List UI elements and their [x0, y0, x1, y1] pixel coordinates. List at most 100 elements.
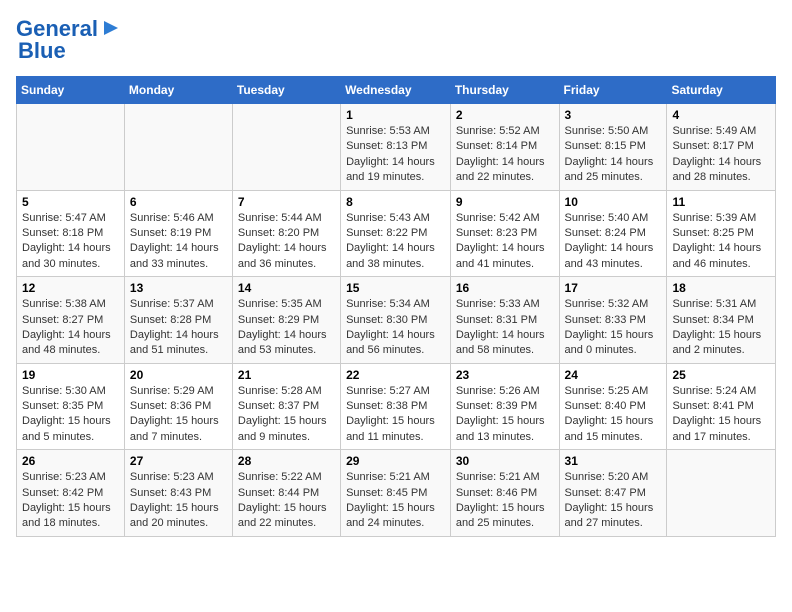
- day-info-16: Sunrise: 5:33 AMSunset: 8:31 PMDaylight:…: [456, 297, 554, 359]
- week-row-5: 26 Sunrise: 5:23 AMSunset: 8:42 PMDayligh…: [17, 450, 776, 537]
- week-row-4: 19 Sunrise: 5:30 AMSunset: 8:35 PMDayligh…: [17, 363, 776, 450]
- day-info-20: Sunrise: 5:29 AMSunset: 8:36 PMDaylight:…: [130, 384, 227, 446]
- day-cell-26: 26 Sunrise: 5:23 AMSunset: 8:42 PMDayligh…: [17, 450, 125, 537]
- day-cell-19: 19 Sunrise: 5:30 AMSunset: 8:35 PMDayligh…: [17, 363, 125, 450]
- day-info-21: Sunrise: 5:28 AMSunset: 8:37 PMDaylight:…: [238, 384, 335, 446]
- day-number-15: 15: [346, 281, 445, 295]
- day-info-14: Sunrise: 5:35 AMSunset: 8:29 PMDaylight:…: [238, 297, 335, 359]
- day-cell-13: 13Sunrise: 5:37 AMSunset: 8:28 PMDayligh…: [124, 277, 232, 364]
- day-number-17: 17: [565, 281, 662, 295]
- day-info-26: Sunrise: 5:23 AMSunset: 8:42 PMDaylight:…: [22, 470, 119, 532]
- day-number-3: 3: [565, 108, 662, 122]
- day-info-19: Sunrise: 5:30 AMSunset: 8:35 PMDaylight:…: [22, 384, 119, 446]
- logo-subtext: Blue: [18, 38, 66, 64]
- day-cell-18: 18 Sunrise: 5:31 AMSunset: 8:34 PMDayligh…: [667, 277, 776, 364]
- day-info-27: Sunrise: 5:23 AMSunset: 8:43 PMDaylight:…: [130, 470, 227, 532]
- day-number-24: 24: [565, 368, 662, 382]
- day-info-23: Sunrise: 5:26 AMSunset: 8:39 PMDaylight:…: [456, 384, 554, 446]
- day-info-18: Sunrise: 5:31 AMSunset: 8:34 PMDaylight:…: [672, 297, 770, 359]
- logo: General Blue: [16, 16, 122, 64]
- day-cell-10: 10 Sunrise: 5:40 AMSunset: 8:24 PMDayligh…: [559, 190, 667, 277]
- day-cell-9: 9 Sunrise: 5:42 AMSunset: 8:23 PMDaylight…: [450, 190, 559, 277]
- day-info-28: Sunrise: 5:22 AMSunset: 8:44 PMDaylight:…: [238, 470, 335, 532]
- day-cell-29: 29Sunrise: 5:21 AMSunset: 8:45 PMDayligh…: [341, 450, 451, 537]
- week-row-2: 5Sunrise: 5:47 AMSunset: 8:18 PMDaylight…: [17, 190, 776, 277]
- day-number-16: 16: [456, 281, 554, 295]
- day-cell-6: 6 Sunrise: 5:46 AMSunset: 8:19 PMDaylight…: [124, 190, 232, 277]
- day-number-25: 25: [672, 368, 770, 382]
- col-header-monday: Monday: [124, 77, 232, 104]
- day-info-6: Sunrise: 5:46 AMSunset: 8:19 PMDaylight:…: [130, 211, 227, 273]
- day-info-30: Sunrise: 5:21 AMSunset: 8:46 PMDaylight:…: [456, 470, 554, 532]
- day-info-11: Sunrise: 5:39 AMSunset: 8:25 PMDaylight:…: [672, 211, 770, 273]
- empty-cell: [667, 450, 776, 537]
- day-cell-7: 7Sunrise: 5:44 AMSunset: 8:20 PMDaylight…: [232, 190, 340, 277]
- day-number-8: 8: [346, 195, 445, 209]
- day-cell-21: 21 Sunrise: 5:28 AMSunset: 8:37 PMDayligh…: [232, 363, 340, 450]
- day-info-8: Sunrise: 5:43 AMSunset: 8:22 PMDaylight:…: [346, 211, 445, 273]
- col-header-wednesday: Wednesday: [341, 77, 451, 104]
- day-info-24: Sunrise: 5:25 AMSunset: 8:40 PMDaylight:…: [565, 384, 662, 446]
- day-number-11: 11: [672, 195, 770, 209]
- day-number-26: 26: [22, 454, 119, 468]
- day-number-18: 18: [672, 281, 770, 295]
- day-cell-22: 22 Sunrise: 5:27 AMSunset: 8:38 PMDayligh…: [341, 363, 451, 450]
- day-cell-27: 27 Sunrise: 5:23 AMSunset: 8:43 PMDayligh…: [124, 450, 232, 537]
- day-number-12: 12: [22, 281, 119, 295]
- day-number-22: 22: [346, 368, 445, 382]
- day-info-7: Sunrise: 5:44 AMSunset: 8:20 PMDaylight:…: [238, 211, 335, 273]
- day-cell-14: 14 Sunrise: 5:35 AMSunset: 8:29 PMDayligh…: [232, 277, 340, 364]
- day-info-10: Sunrise: 5:40 AMSunset: 8:24 PMDaylight:…: [565, 211, 662, 273]
- week-row-1: 1 Sunrise: 5:53 AMSunset: 8:13 PMDaylight…: [17, 104, 776, 191]
- day-info-9: Sunrise: 5:42 AMSunset: 8:23 PMDaylight:…: [456, 211, 554, 273]
- day-info-13: Sunrise: 5:37 AMSunset: 8:28 PMDaylight:…: [130, 297, 227, 359]
- day-cell-15: 15 Sunrise: 5:34 AMSunset: 8:30 PMDayligh…: [341, 277, 451, 364]
- day-cell-28: 28 Sunrise: 5:22 AMSunset: 8:44 PMDayligh…: [232, 450, 340, 537]
- day-number-27: 27: [130, 454, 227, 468]
- day-cell-17: 17 Sunrise: 5:32 AMSunset: 8:33 PMDayligh…: [559, 277, 667, 364]
- day-cell-8: 8 Sunrise: 5:43 AMSunset: 8:22 PMDaylight…: [341, 190, 451, 277]
- logo-arrow-icon: [100, 17, 122, 39]
- day-number-29: 29: [346, 454, 445, 468]
- header-row: SundayMondayTuesdayWednesdayThursdayFrid…: [17, 77, 776, 104]
- day-cell-1: 1 Sunrise: 5:53 AMSunset: 8:13 PMDaylight…: [341, 104, 451, 191]
- col-header-saturday: Saturday: [667, 77, 776, 104]
- day-cell-11: 11 Sunrise: 5:39 AMSunset: 8:25 PMDayligh…: [667, 190, 776, 277]
- day-number-10: 10: [565, 195, 662, 209]
- empty-cell: [124, 104, 232, 191]
- calendar-table: SundayMondayTuesdayWednesdayThursdayFrid…: [16, 76, 776, 537]
- day-number-4: 4: [672, 108, 770, 122]
- day-cell-4: 4 Sunrise: 5:49 AMSunset: 8:17 PMDaylight…: [667, 104, 776, 191]
- empty-cell: [17, 104, 125, 191]
- day-cell-2: 2 Sunrise: 5:52 AMSunset: 8:14 PMDaylight…: [450, 104, 559, 191]
- day-info-22: Sunrise: 5:27 AMSunset: 8:38 PMDaylight:…: [346, 384, 445, 446]
- day-number-9: 9: [456, 195, 554, 209]
- day-number-20: 20: [130, 368, 227, 382]
- day-number-28: 28: [238, 454, 335, 468]
- day-cell-12: 12 Sunrise: 5:38 AMSunset: 8:27 PMDayligh…: [17, 277, 125, 364]
- day-info-15: Sunrise: 5:34 AMSunset: 8:30 PMDaylight:…: [346, 297, 445, 359]
- day-number-6: 6: [130, 195, 227, 209]
- day-number-14: 14: [238, 281, 335, 295]
- day-number-23: 23: [456, 368, 554, 382]
- day-number-1: 1: [346, 108, 445, 122]
- day-cell-31: 31Sunrise: 5:20 AMSunset: 8:47 PMDayligh…: [559, 450, 667, 537]
- week-row-3: 12 Sunrise: 5:38 AMSunset: 8:27 PMDayligh…: [17, 277, 776, 364]
- day-info-12: Sunrise: 5:38 AMSunset: 8:27 PMDaylight:…: [22, 297, 119, 359]
- day-number-30: 30: [456, 454, 554, 468]
- day-number-5: 5: [22, 195, 119, 209]
- day-info-2: Sunrise: 5:52 AMSunset: 8:14 PMDaylight:…: [456, 124, 554, 186]
- day-number-21: 21: [238, 368, 335, 382]
- day-number-19: 19: [22, 368, 119, 382]
- empty-cell: [232, 104, 340, 191]
- col-header-thursday: Thursday: [450, 77, 559, 104]
- day-info-25: Sunrise: 5:24 AMSunset: 8:41 PMDaylight:…: [672, 384, 770, 446]
- day-info-4: Sunrise: 5:49 AMSunset: 8:17 PMDaylight:…: [672, 124, 770, 186]
- day-cell-16: 16 Sunrise: 5:33 AMSunset: 8:31 PMDayligh…: [450, 277, 559, 364]
- day-cell-25: 25 Sunrise: 5:24 AMSunset: 8:41 PMDayligh…: [667, 363, 776, 450]
- day-number-2: 2: [456, 108, 554, 122]
- day-number-31: 31: [565, 454, 662, 468]
- day-cell-5: 5Sunrise: 5:47 AMSunset: 8:18 PMDaylight…: [17, 190, 125, 277]
- day-info-17: Sunrise: 5:32 AMSunset: 8:33 PMDaylight:…: [565, 297, 662, 359]
- day-info-1: Sunrise: 5:53 AMSunset: 8:13 PMDaylight:…: [346, 124, 445, 186]
